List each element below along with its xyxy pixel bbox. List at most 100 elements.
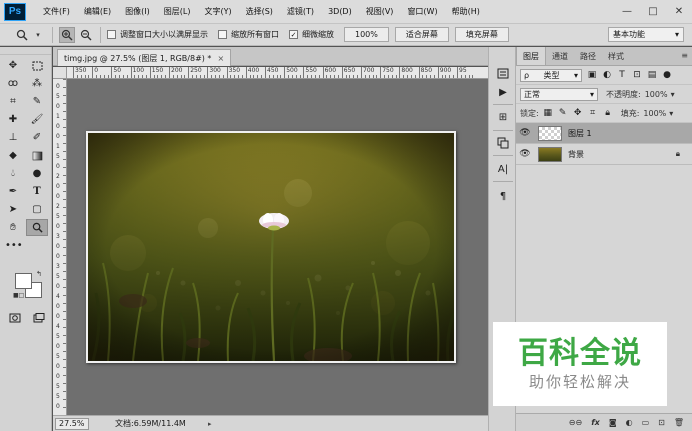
adjustments-panel-icon[interactable]: ⊞ [494,109,512,125]
zoom-in-icon[interactable] [59,26,75,43]
eraser-tool-icon[interactable]: ◆ [2,147,24,164]
layer-row[interactable]: 👁︎ 图层 1 [516,123,692,144]
dodge-tool-icon[interactable]: ● [26,165,48,182]
crop-tool-icon[interactable]: ⌗ [2,93,24,110]
panel-menu-icon[interactable]: ≡ [681,51,688,60]
layer-name[interactable]: 背景 [568,149,584,160]
visibility-eye-icon[interactable]: 👁︎ [516,149,534,159]
quick-mask-icon[interactable] [4,309,26,326]
tab-channels[interactable]: 通道 [546,47,574,65]
filter-toggle-icon[interactable]: ● [662,70,672,80]
fill-value[interactable]: 100% [643,109,666,118]
zoom-100-button[interactable]: 100% [344,27,389,42]
marquee-tool-icon[interactable] [26,57,48,74]
menu-item[interactable]: 选择(S) [239,0,280,24]
default-colors-icon[interactable]: ■□ [13,292,24,299]
brush-tool-icon[interactable]: 🖌︎ [26,111,48,128]
path-selection-tool-icon[interactable]: ➤ [2,201,24,218]
lock-pixels-icon[interactable]: ✎ [558,108,568,118]
zoom-out-icon[interactable] [78,27,94,43]
close-tab-icon[interactable]: × [217,54,224,63]
document-image[interactable] [86,131,456,363]
delete-icon[interactable]: 🗑︎ [674,418,684,427]
fit-screen-button[interactable]: 适合屏幕 [394,27,449,42]
healing-brush-tool-icon[interactable]: ✚ [2,111,24,128]
close-button[interactable]: ✕ [666,0,692,22]
zoom-all-windows-checkbox[interactable]: 缩放所有窗口 [218,29,279,40]
maximize-button[interactable]: □ [640,0,666,22]
menu-item[interactable]: 编辑(E) [77,0,118,24]
horizontal-ruler[interactable]: 350 0 50 100 150 200 250 300 350 400 450 500 550 600 6… [67,67,488,79]
type-tool-icon[interactable]: T [26,183,48,200]
opacity-value[interactable]: 100% [645,90,668,99]
ruler-corner[interactable] [53,67,67,79]
menu-item[interactable]: 帮助(H) [445,0,487,24]
menu-item[interactable]: 3D(D) [321,0,359,24]
actions-play-icon[interactable]: ▶ [494,84,512,100]
adjustment-icon[interactable]: ◐ [626,418,633,427]
zoom-tool-icon[interactable] [26,219,48,236]
clone-stamp-tool-icon[interactable]: ⊥ [2,129,24,146]
menu-item[interactable]: 图像(I) [118,0,157,24]
magic-wand-tool-icon[interactable]: ⁂ [26,75,48,92]
filter-type-icon[interactable]: T [617,70,627,80]
lock-transparent-icon[interactable]: ▦ [543,108,553,118]
tab-paths[interactable]: 路径 [574,47,602,65]
workspace-select[interactable]: 基本功能 ▾ [608,27,684,42]
lock-all-icon[interactable]: 🔒︎ [603,108,613,118]
chevron-down-icon[interactable]: ▾ [671,90,675,99]
visibility-eye-icon[interactable]: 👁︎ [516,128,534,138]
history-brush-tool-icon[interactable]: ✐ [26,129,48,146]
hand-tool-icon[interactable]: ✋︎ [2,219,24,236]
document-tab[interactable]: timg.jpg @ 27.5% (图层 1, RGB/8#) * × [57,49,232,66]
fx-icon[interactable]: fx [591,418,600,427]
menu-item[interactable]: 图层(L) [157,0,198,24]
tab-layers[interactable]: 图层 [516,47,546,65]
layer-name[interactable]: 图层 1 [568,128,592,139]
clone-source-icon[interactable] [494,135,512,151]
menu-item[interactable]: 滤镜(T) [280,0,321,24]
checkbox-box-checked[interactable]: ✓ [289,30,298,39]
character-panel-icon[interactable]: A| [494,161,512,177]
menu-item[interactable]: 文字(Y) [197,0,238,24]
layer-row[interactable]: 👁︎ 背景 🔒︎ [516,144,692,165]
eyedropper-tool-icon[interactable]: ✎ [26,93,48,110]
resize-windows-checkbox[interactable]: 调整窗口大小以满屏显示 [107,29,208,40]
new-layer-icon[interactable]: ⊡ [658,418,665,427]
fill-screen-button[interactable]: 填充屏幕 [454,27,509,42]
swap-colors-icon[interactable]: ↰ [36,270,42,278]
checkbox-box[interactable] [218,30,227,39]
menu-item[interactable]: 文件(F) [36,0,77,24]
chevron-down-icon[interactable]: ▾ [669,109,673,118]
move-tool-icon[interactable]: ✥ [2,57,24,74]
mask-icon[interactable]: ◙ [609,418,617,427]
menu-item[interactable]: 视图(V) [359,0,401,24]
panel-grip[interactable] [0,47,51,55]
blur-tool-icon[interactable]: 💧︎ [2,165,24,182]
minimize-button[interactable]: — [614,0,640,22]
screen-mode-icon[interactable] [28,309,50,326]
rectangle-tool-icon[interactable]: ▢ [26,201,48,218]
blend-mode-select[interactable]: 正常 ▾ [520,87,598,101]
pen-tool-icon[interactable]: ✒ [2,183,24,200]
lock-position-icon[interactable]: ✥ [573,108,583,118]
tab-styles[interactable]: 样式 [602,47,630,65]
foreground-color[interactable] [15,273,32,289]
lasso-tool-icon[interactable]: ꝏ [2,75,24,92]
filter-shape-icon[interactable]: ⊡ [632,70,642,80]
canvas-area[interactable] [67,79,488,415]
paragraph-panel-icon[interactable]: ¶ [494,188,512,204]
filter-smart-object-icon[interactable]: ▤ [647,70,657,80]
link-icon[interactable]: ⊖⊖ [569,418,582,427]
vertical-ruler[interactable]: 0 5 0 1 0 0 1 5 0 2 0 0 2 5 0 3 0 0 3 5 0 4 0 0 4 5 0 5 0 0 5 5 0 [53,79,67,415]
status-menu-arrow-icon[interactable]: ▸ [208,420,212,428]
filter-kind-select[interactable]: ρ 类型 ▾ [520,68,582,82]
history-panel-icon[interactable] [494,65,512,81]
checkbox-box[interactable] [107,30,116,39]
filter-pixel-icon[interactable]: ▣ [587,70,597,80]
zoom-level-field[interactable]: 27.5% [55,417,89,430]
group-icon[interactable]: ▭ [642,418,650,427]
filter-adjustment-icon[interactable]: ◐ [602,70,612,80]
gradient-tool-icon[interactable] [26,147,48,164]
menu-item[interactable]: 窗口(W) [400,0,444,24]
